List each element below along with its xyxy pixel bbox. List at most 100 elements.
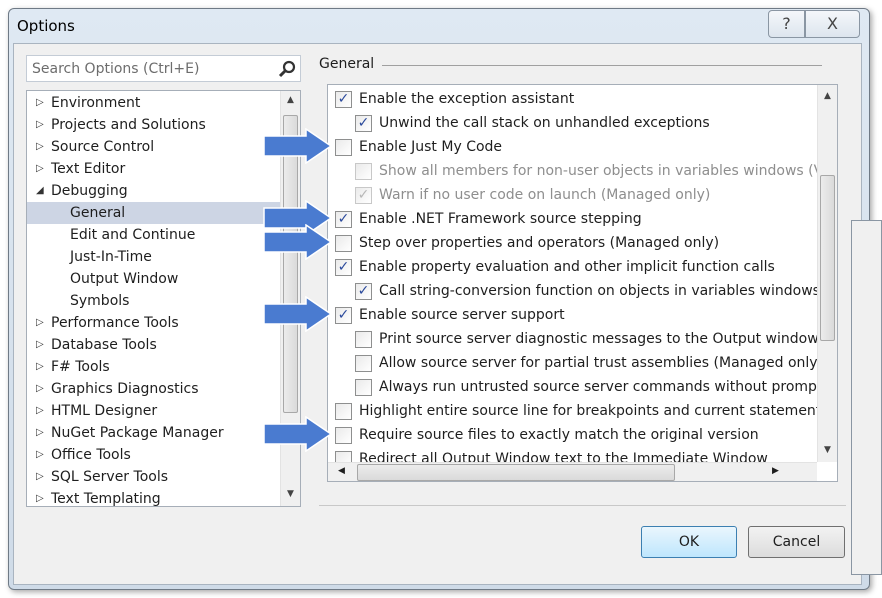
collapsed-triangle-icon[interactable]: ▷: [36, 114, 44, 136]
tree-item-label: Source Control: [51, 139, 155, 155]
checkbox-unchecked[interactable]: [355, 355, 372, 372]
option-label[interactable]: Print source server diagnostic messages …: [379, 327, 819, 351]
search-placeholder: Search Options (Ctrl+E): [32, 61, 200, 77]
option-label[interactable]: Require source files to exactly match th…: [359, 423, 759, 447]
tree-item[interactable]: ▷ Text Templating: [27, 488, 280, 507]
checkbox-checked: ✓: [355, 187, 372, 204]
option-label[interactable]: Enable Just My Code: [359, 135, 502, 159]
option-label[interactable]: Warn if no user code on launch (Managed …: [379, 183, 710, 207]
scroll-down-icon[interactable]: ▼: [281, 489, 300, 499]
scroll-left-icon[interactable]: ◀: [338, 466, 345, 476]
tree-item-label: Symbols: [70, 293, 130, 309]
dialog-title: Options: [17, 17, 75, 35]
option-label[interactable]: Enable property evaluation and other imp…: [359, 255, 775, 279]
checkbox-checked[interactable]: ✓: [335, 91, 352, 108]
tree-item-label: Text Templating: [51, 491, 161, 507]
tree-item-label: F# Tools: [51, 359, 110, 375]
button-separator: [319, 505, 846, 506]
option-label[interactable]: Allow source server for partial trust as…: [379, 351, 823, 375]
scroll-up-icon[interactable]: ▲: [818, 91, 837, 101]
search-icon[interactable]: [278, 60, 296, 78]
checkbox-unchecked[interactable]: [335, 235, 352, 252]
options-list: ✓ Enable the exception assistant ✓ Unwind t…: [327, 84, 838, 482]
options-hscroll-thumb[interactable]: [357, 464, 675, 481]
callout-arrow-icon: [263, 128, 332, 164]
tree-item[interactable]: ▷ Text Editor: [27, 158, 280, 180]
tree-item-label: Edit and Continue: [70, 227, 196, 243]
background-window: [851, 220, 882, 575]
option-label[interactable]: Enable the exception assistant: [359, 87, 574, 111]
checkbox-unchecked[interactable]: [335, 403, 352, 420]
tree-item-label: Office Tools: [51, 447, 131, 463]
close-button[interactable]: X: [805, 10, 860, 38]
option-label[interactable]: Highlight entire source line for breakpo…: [359, 399, 837, 423]
option-label[interactable]: Enable source server support: [359, 303, 565, 327]
tree-item[interactable]: ▷ Projects and Solutions: [27, 114, 280, 136]
tree-item[interactable]: ▷ Graphics Diagnostics: [27, 378, 280, 400]
tree-item-label: NuGet Package Manager: [51, 425, 224, 441]
tree-item[interactable]: General: [27, 202, 280, 224]
options-vscroll-thumb[interactable]: [820, 175, 835, 341]
section-title: General: [319, 56, 375, 72]
checkbox-unchecked[interactable]: [355, 379, 372, 396]
tree-item[interactable]: ◢ Debugging: [27, 180, 280, 202]
option-label[interactable]: Always run untrusted source server comma…: [379, 375, 837, 399]
tree-item[interactable]: ▷ F# Tools: [27, 356, 280, 378]
cancel-button[interactable]: Cancel: [748, 526, 845, 558]
tree-item[interactable]: Edit and Continue: [27, 224, 280, 246]
option-label[interactable]: Call string-conversion function on objec…: [379, 279, 820, 303]
options-tree: ▷ Environment ▷ Projects and Solutions ▷ Sour…: [26, 90, 301, 507]
checkbox-checked[interactable]: ✓: [335, 259, 352, 276]
section-divider: [382, 65, 822, 66]
scroll-down-icon[interactable]: ▼: [818, 445, 837, 455]
checkbox-unchecked: [355, 163, 372, 180]
collapsed-triangle-icon[interactable]: ▷: [36, 400, 44, 422]
collapsed-triangle-icon[interactable]: ▷: [36, 488, 44, 506]
option-label[interactable]: Show all members for non-user objects in…: [379, 159, 837, 183]
tree-item-label: Performance Tools: [51, 315, 179, 331]
option-label[interactable]: Step over properties and operators (Mana…: [359, 231, 719, 255]
checkbox-unchecked[interactable]: [335, 139, 352, 156]
options-vscrollbar[interactable]: ▲ ▼: [817, 85, 837, 462]
checkbox-checked[interactable]: ✓: [355, 283, 372, 300]
ok-button[interactable]: OK: [641, 526, 737, 558]
help-button[interactable]: ?: [768, 10, 805, 38]
tree-item[interactable]: Output Window: [27, 268, 280, 290]
tree-item[interactable]: ▷ SQL Server Tools: [27, 466, 280, 488]
tree-item[interactable]: ▷ Source Control: [27, 136, 280, 158]
tree-item[interactable]: Symbols: [27, 290, 280, 312]
callout-arrow-icon: [263, 296, 332, 332]
tree-item[interactable]: ▷ Database Tools: [27, 334, 280, 356]
collapsed-triangle-icon[interactable]: ▷: [36, 378, 44, 400]
collapsed-triangle-icon[interactable]: ▷: [36, 92, 44, 114]
checkbox-unchecked[interactable]: [335, 427, 352, 444]
checkbox-checked[interactable]: ✓: [335, 307, 352, 324]
tree-item[interactable]: ▷ HTML Designer: [27, 400, 280, 422]
callout-arrow-icon: [263, 416, 332, 452]
checkbox-unchecked[interactable]: [355, 331, 372, 348]
collapsed-triangle-icon[interactable]: ▷: [36, 466, 44, 488]
checkbox-checked[interactable]: ✓: [355, 115, 372, 132]
tree-item[interactable]: ▷ Performance Tools: [27, 312, 280, 334]
collapsed-triangle-icon[interactable]: ▷: [36, 312, 44, 334]
options-hscrollbar[interactable]: ◀ ▶: [328, 462, 817, 481]
search-input[interactable]: Search Options (Ctrl+E): [26, 55, 301, 82]
collapsed-triangle-icon[interactable]: ▷: [36, 422, 44, 444]
scroll-right-icon[interactable]: ▶: [772, 466, 779, 476]
collapsed-triangle-icon[interactable]: ▷: [36, 444, 44, 466]
tree-item[interactable]: ▷ Office Tools: [27, 444, 280, 466]
collapsed-triangle-icon[interactable]: ▷: [36, 334, 44, 356]
tree-item[interactable]: ▷ Environment: [27, 92, 280, 114]
tree-item[interactable]: Just-In-Time: [27, 246, 280, 268]
tree-item[interactable]: ▷ NuGet Package Manager: [27, 422, 280, 444]
expanded-triangle-icon[interactable]: ◢: [36, 180, 44, 202]
collapsed-triangle-icon[interactable]: ▷: [36, 158, 44, 180]
collapsed-triangle-icon[interactable]: ▷: [36, 356, 44, 378]
scroll-up-icon[interactable]: ▲: [281, 95, 300, 105]
tree-item-label: Text Editor: [51, 161, 126, 177]
callout-arrow-icon: [263, 224, 332, 260]
collapsed-triangle-icon[interactable]: ▷: [36, 136, 44, 158]
option-label[interactable]: Unwind the call stack on unhandled excep…: [379, 111, 710, 135]
option-label[interactable]: Enable .NET Framework source stepping: [359, 207, 642, 231]
checkbox-checked[interactable]: ✓: [335, 211, 352, 228]
